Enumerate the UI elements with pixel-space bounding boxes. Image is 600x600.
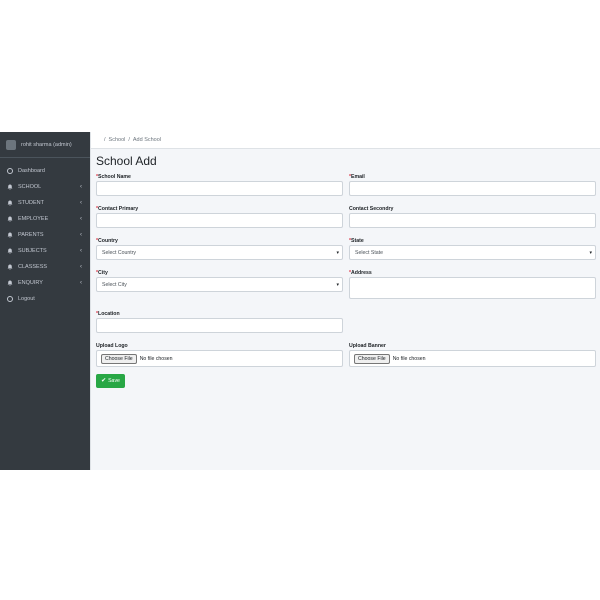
state-selected-value: Select State [355, 249, 383, 256]
contact-secondary-input[interactable] [349, 213, 596, 228]
choose-file-button[interactable]: Choose File [101, 353, 137, 364]
city-selected-value: Select City [102, 281, 127, 288]
email-input[interactable] [349, 181, 596, 196]
school-name-input[interactable] [96, 181, 343, 196]
contact-primary-label: *Contact Primary [96, 206, 139, 212]
chevron-left-icon: ‹ [80, 184, 82, 190]
chevron-left-icon: ‹ [80, 200, 82, 206]
chevron-left-icon: ‹ [80, 280, 82, 286]
caret-down-icon: ▾ [336, 249, 339, 256]
address-textarea[interactable] [349, 277, 596, 299]
sidebar-item-school[interactable]: SCHOOL ‹ [0, 179, 90, 195]
sidebar-user-panel[interactable]: rohit sharma (admin) [0, 132, 90, 158]
avatar [6, 139, 16, 150]
sidebar: rohit sharma (admin) Dashboard SCHOOL ‹ … [0, 132, 90, 470]
upload-banner-input[interactable]: Choose File No file chosen [349, 350, 596, 367]
country-selected-value: Select Country [102, 249, 137, 256]
breadcrumb-current: Add School [132, 137, 162, 143]
sidebar-item-logout[interactable]: Logout [0, 291, 90, 307]
chevron-left-icon: ‹ [80, 264, 82, 270]
sidebar-item-label: EMPLOYEE [18, 216, 49, 222]
location-label: *Location [96, 311, 120, 317]
sidebar-item-parents[interactable]: PARENTS ‹ [0, 227, 90, 243]
country-label: *Country [96, 238, 118, 244]
contact-primary-input[interactable] [96, 213, 343, 228]
upload-logo-input[interactable]: Choose File No file chosen [96, 350, 343, 367]
bell-icon [7, 280, 13, 286]
sidebar-item-label: SUBJECTS [18, 248, 47, 254]
bell-icon [7, 232, 13, 238]
email-label: *Email [349, 174, 365, 180]
circle-icon [7, 296, 13, 302]
sidebar-item-subjects[interactable]: SUBJECTS ‹ [0, 243, 90, 259]
caret-down-icon: ▾ [336, 281, 339, 288]
sidebar-item-label: Logout [18, 296, 35, 302]
check-icon: ✔ [101, 378, 107, 384]
circle-icon [7, 168, 13, 174]
bell-icon [7, 216, 13, 222]
user-name: rohit sharma (admin) [21, 141, 72, 148]
main-content: / School / Add School School Add *School… [90, 132, 600, 470]
bell-icon [7, 200, 13, 206]
file-status: No file chosen [139, 355, 173, 362]
upload-logo-label: Upload Logo [96, 343, 128, 349]
sidebar-item-label: STUDENT [18, 200, 44, 206]
caret-down-icon: ▾ [589, 249, 592, 256]
sidebar-item-label: CLASSESS [18, 264, 48, 270]
country-select[interactable]: Select Country ▾ [96, 245, 343, 260]
chevron-left-icon: ‹ [80, 248, 82, 254]
sidebar-item-employee[interactable]: EMPLOYEE ‹ [0, 211, 90, 227]
choose-file-button[interactable]: Choose File [354, 353, 390, 364]
upload-banner-label: Upload Banner [349, 343, 386, 349]
sidebar-item-dashboard[interactable]: Dashboard [0, 163, 90, 179]
sidebar-item-enquiry[interactable]: ENQUIRY ‹ [0, 275, 90, 291]
top-bar: / School / Add School [91, 132, 600, 149]
app-window: rohit sharma (admin) Dashboard SCHOOL ‹ … [0, 132, 600, 470]
bell-icon [7, 264, 13, 270]
city-label: *City [96, 270, 108, 276]
save-button[interactable]: ✔ Save [96, 374, 125, 388]
breadcrumb: / School / Add School [101, 137, 161, 143]
contact-secondary-label: Contact Secondry [349, 206, 394, 212]
state-select[interactable]: Select State ▾ [349, 245, 596, 260]
sidebar-item-student[interactable]: STUDENT ‹ [0, 195, 90, 211]
school-name-label: *School Name [96, 174, 131, 180]
breadcrumb-separator: / [128, 137, 130, 143]
chevron-left-icon: ‹ [80, 232, 82, 238]
chevron-left-icon: ‹ [80, 216, 82, 222]
city-select[interactable]: Select City ▾ [96, 277, 343, 292]
location-input[interactable] [96, 318, 343, 333]
state-label: *State [349, 238, 364, 244]
bell-icon [7, 184, 13, 190]
sidebar-item-label: Dashboard [18, 168, 45, 174]
breadcrumb-school-link[interactable]: School [109, 137, 126, 143]
page-title: School Add [96, 154, 157, 168]
save-button-label: Save [108, 378, 120, 384]
sidebar-item-classess[interactable]: CLASSESS ‹ [0, 259, 90, 275]
file-status: No file chosen [392, 355, 426, 362]
school-add-form: *School Name *Email *Contact Primary Con… [96, 173, 596, 388]
address-label: *Address [349, 270, 372, 276]
sidebar-item-label: ENQUIRY [18, 280, 43, 286]
breadcrumb-separator: / [104, 137, 106, 143]
sidebar-item-label: SCHOOL [18, 184, 42, 190]
sidebar-nav: Dashboard SCHOOL ‹ STUDENT ‹ EMPLOYEE ‹ … [0, 158, 90, 307]
sidebar-item-label: PARENTS [18, 232, 44, 238]
bell-icon [7, 248, 13, 254]
